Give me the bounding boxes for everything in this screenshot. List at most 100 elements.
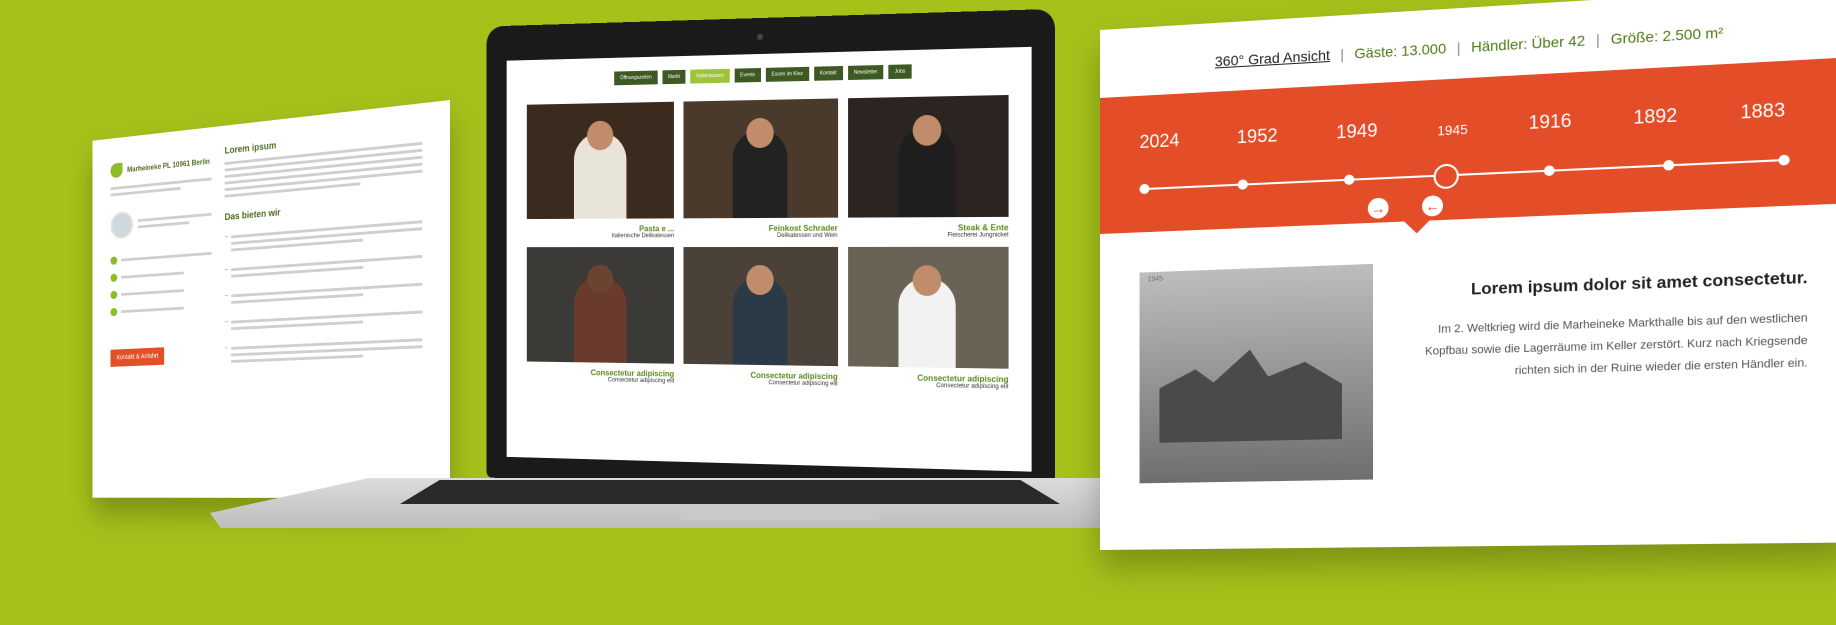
- vendor-title: Pasta e ...: [527, 224, 674, 233]
- dot-icon: [110, 308, 117, 317]
- leaf-icon: [110, 163, 122, 179]
- vendor-photo: [684, 247, 838, 366]
- vendor-card[interactable]: Feinkost Schrader Delikatessen und Wein: [684, 98, 838, 239]
- nav-item[interactable]: Öffnungszeiten: [614, 71, 657, 86]
- person-head: [746, 265, 773, 295]
- dot-icon: [110, 274, 117, 283]
- view-360-link[interactable]: 360° Grad Ansicht: [1215, 47, 1330, 70]
- timeline-dot[interactable]: [1344, 174, 1354, 185]
- ruin-shape: [1159, 347, 1342, 443]
- list-item: [225, 251, 423, 282]
- timeline-year[interactable]: 1952: [1237, 125, 1278, 148]
- opening-item: [110, 248, 211, 266]
- laptop-screen: Öffnungszeiten Markt Hallentouren Events…: [507, 47, 1032, 472]
- separator: |: [1340, 46, 1344, 63]
- nav-item[interactable]: Newsletter: [848, 65, 884, 80]
- nav-item[interactable]: Essen im Kiez: [766, 67, 809, 82]
- vendor-card[interactable]: Pasta e ... Italienische Delikatessen: [527, 102, 674, 240]
- timeline-year[interactable]: 1916: [1528, 110, 1571, 134]
- vendor-photo: [684, 98, 838, 218]
- nav-item-active[interactable]: Hallentouren: [690, 69, 729, 84]
- list-item: [225, 279, 423, 308]
- camera-icon: [757, 34, 763, 40]
- size-fact: Größe: 2.500 m²: [1611, 24, 1724, 47]
- laptop-keyboard: [400, 480, 1060, 504]
- person-head: [913, 265, 942, 296]
- list-item: [225, 307, 423, 335]
- address-block: Marheineke PL 10961 Berlin: [110, 153, 211, 178]
- list-item: [225, 334, 423, 367]
- vendor-card[interactable]: Consectetur adipiscing Consectetur adipi…: [527, 247, 674, 384]
- vendor-title: Feinkost Schrader: [684, 224, 838, 233]
- opening-item: [110, 301, 211, 317]
- nav-item[interactable]: Events: [734, 68, 761, 83]
- left-page-sidebar: Marheineke PL 10961 Berlin Kontakt & Anf…: [110, 148, 211, 367]
- photo-caption: 1945: [1147, 276, 1163, 284]
- text-line: [138, 213, 212, 222]
- laptop-trackpad: [680, 508, 880, 520]
- vendor-subtitle: Fleischerei Jungnickel: [848, 232, 1009, 238]
- vendor-card[interactable]: Steak & Ente Fleischerei Jungnickel: [848, 95, 1009, 239]
- nav-item[interactable]: Kontakt: [814, 66, 843, 81]
- timeline-dot[interactable]: [1238, 179, 1248, 190]
- timeline-entry: 1945 Lorem ipsum dolor sit amet consecte…: [1100, 203, 1836, 484]
- left-page-content: Lorem ipsum Das bieten wir: [225, 125, 423, 367]
- list-item: [225, 216, 423, 255]
- text-line: [138, 221, 189, 228]
- vendor-subtitle: Delikatessen und Wein: [684, 233, 838, 239]
- entry-headline: Lorem ipsum dolor sit amet consectetur.: [1394, 269, 1808, 302]
- separator: |: [1596, 31, 1600, 48]
- text-line: [121, 289, 184, 296]
- text-line: [121, 307, 184, 313]
- nav-item[interactable]: Markt: [662, 70, 685, 84]
- text-line: [231, 355, 362, 363]
- timeline-active-marker[interactable]: [1433, 163, 1458, 189]
- dot-icon: [110, 291, 117, 300]
- vendor-subtitle: Consectetur adipiscing elit: [527, 376, 674, 384]
- person-head: [587, 265, 613, 294]
- vendor-subtitle: Consectetur adipiscing elit: [684, 379, 838, 388]
- text-line: [121, 252, 212, 262]
- guests-fact: Gäste: 13.000: [1354, 40, 1446, 62]
- historic-photo: 1945: [1140, 264, 1373, 483]
- timeline-track: [1140, 159, 1786, 190]
- vendor-photo: [527, 247, 674, 364]
- vendor-card[interactable]: Consectetur adipiscing Consectetur adipi…: [848, 247, 1009, 391]
- separator: |: [1457, 39, 1461, 56]
- vendor-photo: [527, 102, 674, 219]
- contact-person: [110, 204, 211, 240]
- showcase-scene: Marheineke PL 10961 Berlin Kontakt & Anf…: [0, 0, 1836, 625]
- left-page-mockup: Marheineke PL 10961 Berlin Kontakt & Anf…: [92, 100, 450, 498]
- nav-item[interactable]: Jobs: [889, 64, 912, 79]
- vendor-card[interactable]: Consectetur adipiscing Consectetur adipi…: [684, 247, 838, 387]
- entry-paragraph: Im 2. Weltkrieg wird die Marheineke Mark…: [1394, 308, 1808, 386]
- timeline-dot[interactable]: [1140, 184, 1150, 194]
- right-page-mockup: 360° Grad Ansicht | Gäste: 13.000 | Händ…: [1100, 0, 1836, 550]
- arrow-left-icon[interactable]: ←: [1422, 195, 1443, 217]
- opening-item: [110, 284, 211, 301]
- avatar: [110, 211, 133, 240]
- contact-button[interactable]: Kontakt & Anfahrt: [110, 347, 164, 367]
- vendor-photo: [848, 95, 1009, 218]
- timeline-year[interactable]: 2024: [1140, 130, 1180, 153]
- vendor-photo: [848, 247, 1009, 369]
- timeline-dot[interactable]: [1544, 165, 1555, 176]
- opening-item: [110, 266, 211, 283]
- vendor-subtitle: Consectetur adipiscing elit: [848, 381, 1009, 390]
- dot-icon: [110, 256, 117, 265]
- timeline-year-active[interactable]: 1945: [1437, 122, 1467, 139]
- timeline-arrows: → ←: [1368, 195, 1443, 219]
- arrow-right-icon[interactable]: →: [1368, 198, 1389, 219]
- timeline-dot[interactable]: [1778, 155, 1789, 166]
- traders-fact: Händler: Über 42: [1471, 32, 1585, 55]
- text-line: [121, 272, 184, 279]
- timeline-year[interactable]: 1883: [1740, 99, 1785, 124]
- vendor-subtitle: Italienische Delikatessen: [527, 233, 674, 239]
- timeline-dot[interactable]: [1663, 160, 1674, 171]
- timeline-year[interactable]: 1949: [1336, 120, 1377, 144]
- laptop-lid: Öffnungszeiten Markt Hallentouren Events…: [487, 9, 1055, 495]
- vendor-title: Steak & Ente: [848, 223, 1009, 233]
- vendor-grid: Pasta e ... Italienische Delikatessen Fe…: [507, 95, 1032, 391]
- entry-text: Lorem ipsum dolor sit amet consectetur. …: [1394, 248, 1808, 479]
- timeline-year[interactable]: 1892: [1633, 105, 1677, 129]
